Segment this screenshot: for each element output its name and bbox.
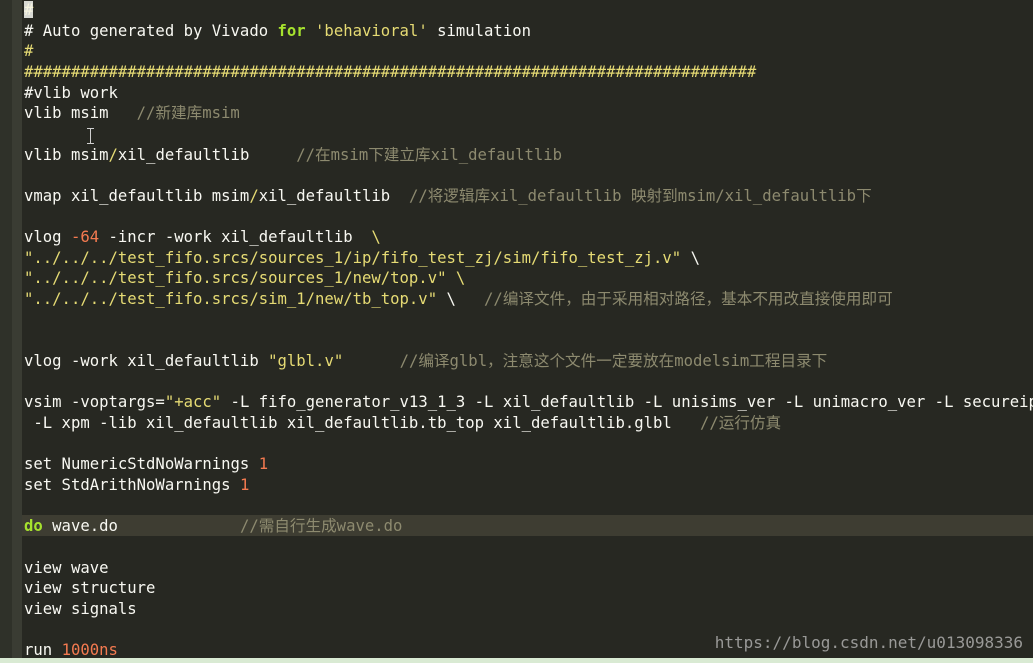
- code-token: ########################################…: [24, 62, 757, 81]
- code-token: set StdArithNoWarnings: [24, 475, 240, 494]
- code-line[interactable]: # Auto generated by Vivado for 'behavior…: [24, 21, 531, 42]
- code-token: "glbl.v": [268, 352, 344, 371]
- code-token: vlog -work xil_defaultlib: [24, 352, 269, 371]
- code-line[interactable]: set NumericStdNoWarnings 1: [24, 454, 268, 475]
- gutter-fold-margin: [12, 0, 22, 663]
- code-token: run: [24, 641, 62, 660]
- code-token: //新建库msim: [136, 104, 240, 123]
- code-token: -64: [70, 228, 100, 247]
- code-line[interactable]: #vlib work: [24, 83, 118, 104]
- watermark: https://blog.csdn.net/u013098336: [714, 633, 1023, 652]
- code-token: 1: [258, 455, 269, 474]
- code-token: xil_defaultlib: [258, 186, 409, 205]
- code-line[interactable]: -L xpm -lib xil_defaultlib xil_defaultli…: [24, 413, 781, 434]
- code-token: vsim -voptargs=: [24, 393, 165, 412]
- code-token: //将逻辑库xil_defaultlib 映射到msim/xil_default…: [408, 186, 872, 205]
- code-token: simulation: [427, 21, 531, 40]
- code-line[interactable]: "../../../test_fifo.srcs/sources_1/new/t…: [24, 268, 465, 289]
- ibeam-cursor-icon: [86, 128, 96, 144]
- text-cursor: [24, 1, 33, 18]
- code-token: //编译文件，由于采用相对路径，基本不用改直接使用即可: [484, 290, 893, 309]
- code-token: vlib msim: [24, 145, 109, 164]
- code-token: 'behavioral': [315, 21, 428, 40]
- code-line[interactable]: view wave: [24, 558, 109, 579]
- code-token: 1: [239, 475, 250, 494]
- code-token: \: [437, 290, 485, 309]
- code-line[interactable]: vlog -work xil_defaultlib "glbl.v" //编译g…: [24, 351, 827, 372]
- window-bottom-edge: [0, 658, 1033, 663]
- code-token: view wave: [24, 558, 109, 577]
- code-token: for: [277, 21, 306, 40]
- code-token: view structure: [24, 579, 156, 598]
- code-token: vmap xil_defaultlib msim: [24, 186, 250, 205]
- code-line[interactable]: vmap xil_defaultlib msim/xil_defaultlib …: [24, 186, 872, 207]
- code-token: set NumericStdNoWarnings: [24, 455, 259, 474]
- code-token: //编译glbl，注意这个文件一定要放在modelsim工程目录下: [399, 352, 828, 371]
- code-line[interactable]: "../../../test_fifo.srcs/sim_1/new/tb_to…: [24, 289, 893, 310]
- code-line[interactable]: view signals: [24, 599, 137, 620]
- code-line[interactable]: "../../../test_fifo.srcs/sources_1/ip/fi…: [24, 248, 700, 269]
- code-line[interactable]: vlog -64 -incr -work xil_defaultlib \: [24, 227, 381, 248]
- code-line[interactable]: view structure: [24, 578, 155, 599]
- code-line[interactable]: do wave.do //需自行生成wave.do: [24, 516, 402, 537]
- code-line[interactable]: #: [24, 41, 33, 62]
- code-token: # Auto generated by Vivado: [24, 21, 278, 40]
- code-token: //运行仿真: [699, 414, 782, 432]
- code-token: vlib msim: [24, 104, 137, 123]
- code-token: \: [446, 269, 466, 288]
- code-token: 1000ns: [61, 641, 118, 660]
- code-editor[interactable]: ## Auto generated by Vivado for 'behavio…: [0, 0, 1033, 663]
- code-token: do: [24, 517, 43, 536]
- code-token: //需自行生成wave.do: [239, 517, 403, 536]
- code-token: "../../../test_fifo.srcs/sources_1/new/t…: [24, 269, 447, 288]
- code-token: -L xpm -lib xil_defaultlib xil_defaultli…: [24, 414, 700, 432]
- code-token: view signals: [24, 599, 137, 618]
- code-line[interactable]: ########################################…: [24, 62, 756, 83]
- editor-gutter: [0, 0, 12, 663]
- code-token: \: [681, 248, 700, 267]
- code-token: "../../../test_fifo.srcs/sim_1/new/tb_to…: [24, 290, 438, 309]
- code-token: /: [108, 145, 118, 164]
- code-token: \: [371, 228, 381, 247]
- code-token: -L fifo_generator_v13_1_3 -L xil_default…: [221, 393, 1033, 412]
- code-token: xil_defaultlib: [117, 145, 297, 164]
- code-line[interactable]: set StdArithNoWarnings 1: [24, 475, 249, 496]
- code-token: -incr -work xil_defaultlib: [99, 228, 372, 247]
- code-token: //在msim下建立库xil_defaultlib: [296, 145, 563, 164]
- code-token: #: [24, 42, 34, 61]
- code-token: vlog: [24, 228, 71, 247]
- code-line[interactable]: vsim -voptargs="+acc" -L fifo_generator_…: [24, 392, 1033, 413]
- code-token: #vlib work: [24, 83, 118, 102]
- code-token: wave.do: [42, 517, 240, 536]
- code-line[interactable]: vlib msim/xil_defaultlib //在msim下建立库xil_…: [24, 145, 562, 166]
- code-token: /: [249, 186, 259, 205]
- code-token: "+acc": [164, 393, 222, 412]
- code-line[interactable]: vlib msim //新建库msim: [24, 103, 240, 124]
- code-token: "../../../test_fifo.srcs/sources_1/ip/fi…: [24, 248, 682, 267]
